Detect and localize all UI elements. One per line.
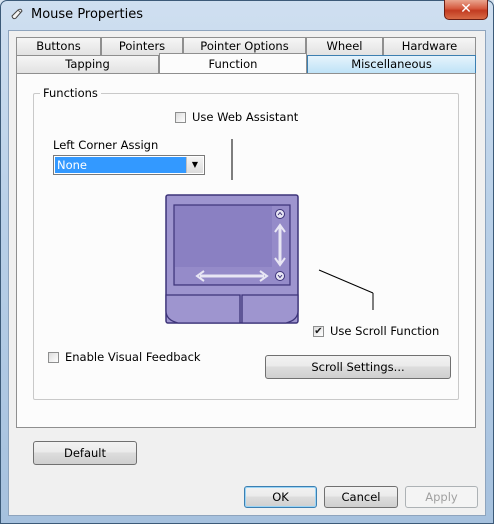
tab-label: Function <box>208 57 258 71</box>
tab-buttons[interactable]: Buttons <box>16 37 101 55</box>
touchpad-left-button <box>165 294 241 324</box>
ok-button[interactable]: OK <box>244 486 317 508</box>
apply-button[interactable]: Apply <box>405 486 478 508</box>
tab-wheel[interactable]: Wheel <box>306 37 383 55</box>
enable-visual-feedback-label[interactable]: Enable Visual Feedback <box>65 350 201 364</box>
touchpad-right-button <box>241 294 299 324</box>
enable-visual-feedback-checkbox[interactable] <box>48 352 59 363</box>
tab-miscellaneous[interactable]: Miscellaneous <box>307 55 476 73</box>
close-button[interactable]: ✕ <box>444 0 488 20</box>
tab-label: Pointer Options <box>200 39 289 53</box>
touchpad-illustration <box>165 139 374 324</box>
default-button[interactable]: Default <box>33 441 137 465</box>
tab-label: Tapping <box>65 57 110 71</box>
use-scroll-function-label[interactable]: Use Scroll Function <box>330 324 439 338</box>
tab-hardware[interactable]: Hardware <box>383 37 476 55</box>
scroll-settings-button[interactable]: Scroll Settings... <box>265 355 451 379</box>
callout-line-right <box>318 269 374 294</box>
tab-label: Miscellaneous <box>351 57 432 71</box>
tab-function[interactable]: Function <box>159 53 307 73</box>
use-web-assistant-label[interactable]: Use Web Assistant <box>192 110 298 124</box>
scroll-up-icon <box>275 209 285 219</box>
functions-group-label: Functions <box>40 86 101 100</box>
window-title: Mouse Properties <box>31 7 144 22</box>
use-scroll-function-checkbox[interactable]: ✔ <box>313 326 324 337</box>
title-bar[interactable]: Mouse Properties <box>1 1 493 27</box>
scroll-down-icon <box>275 271 285 281</box>
check-icon: ✔ <box>314 326 323 337</box>
mouse-icon <box>11 8 23 20</box>
close-icon: ✕ <box>460 1 472 17</box>
tab-label: Wheel <box>326 39 363 53</box>
tab-tapping[interactable]: Tapping <box>16 55 159 73</box>
tab-label: Buttons <box>36 39 81 53</box>
use-web-assistant-checkbox[interactable] <box>175 112 186 123</box>
tab-label: Pointers <box>118 39 166 53</box>
tab-label: Hardware <box>401 39 458 53</box>
cancel-button[interactable]: Cancel <box>324 486 398 508</box>
left-corner-assign-label: Left Corner Assign <box>53 138 159 152</box>
